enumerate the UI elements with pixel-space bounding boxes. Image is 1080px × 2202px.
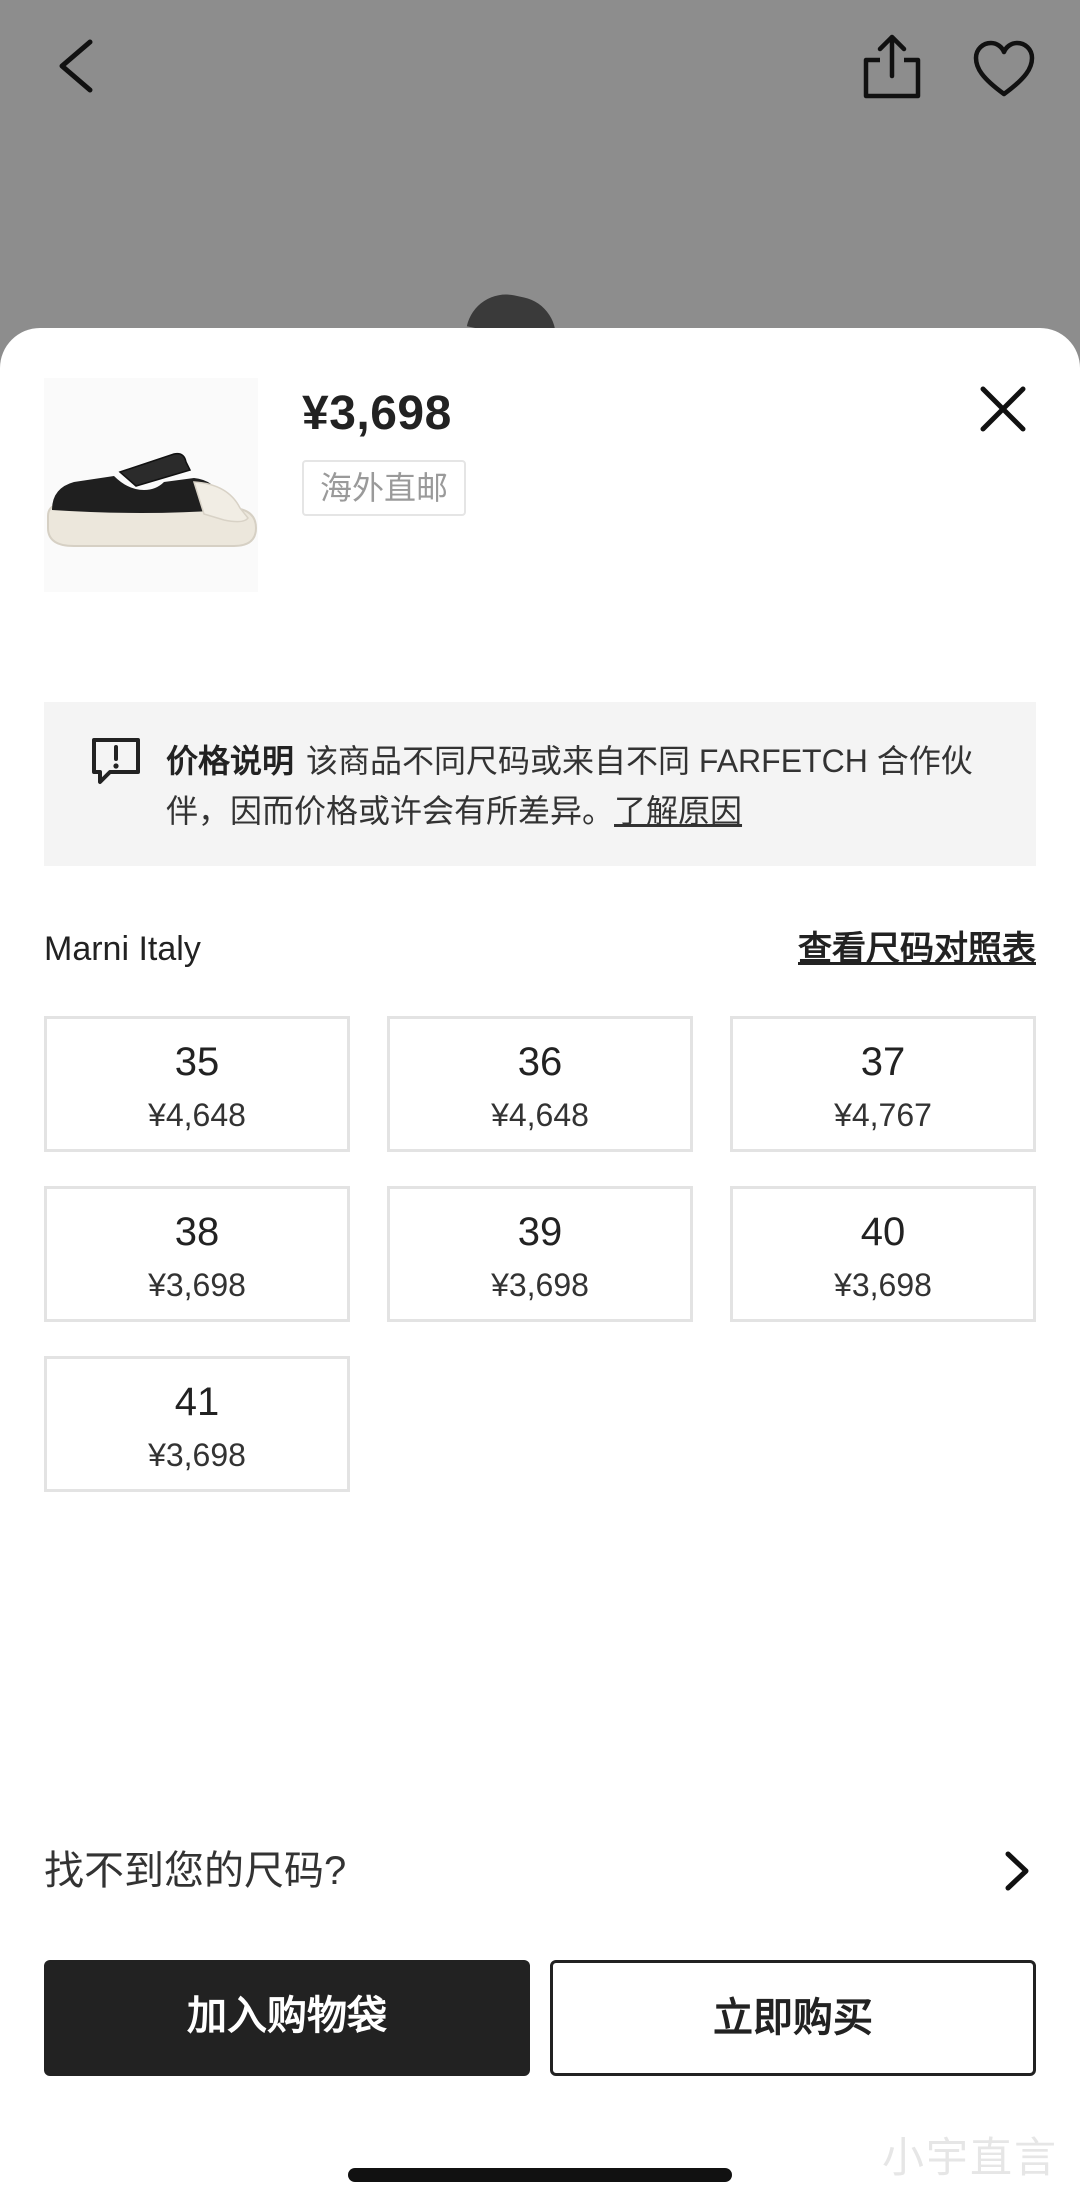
product-thumbnail: [44, 378, 258, 592]
size-number: 41: [174, 1380, 220, 1424]
size-option[interactable]: 36 ¥4,648: [387, 1016, 693, 1152]
size-option[interactable]: 40 ¥3,698: [730, 1186, 1036, 1322]
brand-row: Marni Italy 查看尺码对照表: [44, 924, 1036, 974]
size-chart-link[interactable]: 查看尺码对照表: [798, 924, 1036, 974]
size-number: 39: [517, 1210, 563, 1254]
size-number: 37: [860, 1040, 906, 1084]
shipping-tag: 海外直邮: [302, 460, 467, 516]
size-price: ¥4,648: [491, 1097, 589, 1133]
price-notice: 价格说明 该商品不同尺码或来自不同 FARFETCH 合作伙伴，因而价格或许会有所…: [44, 702, 1036, 866]
size-price: ¥4,767: [834, 1097, 932, 1133]
home-indicator[interactable]: [348, 2168, 732, 2182]
size-number: 38: [174, 1210, 220, 1254]
heart-icon[interactable]: [972, 40, 1036, 98]
size-price: ¥3,698: [148, 1267, 246, 1303]
close-icon[interactable]: [978, 384, 1028, 434]
brand-name: Marni Italy: [44, 930, 201, 968]
learn-why-link[interactable]: 了解原因: [614, 793, 742, 829]
size-price: ¥3,698: [491, 1267, 589, 1303]
watermark: 小宇直言: [881, 2134, 1058, 2181]
size-number: 35: [174, 1040, 220, 1084]
back-icon[interactable]: [52, 36, 102, 96]
size-option[interactable]: 41 ¥3,698: [44, 1356, 350, 1492]
shoe-image: [47, 452, 258, 547]
size-option[interactable]: 39 ¥3,698: [387, 1186, 693, 1322]
share-icon[interactable]: [862, 32, 922, 100]
size-price: ¥3,698: [148, 1437, 246, 1473]
chevron-right-icon: [1005, 1851, 1029, 1891]
size-option[interactable]: 35 ¥4,648: [44, 1016, 350, 1152]
message-icon: [92, 738, 140, 784]
size-price: ¥4,648: [148, 1097, 246, 1133]
buy-now-button[interactable]: 立即购买: [550, 1960, 1036, 2076]
size-price: ¥3,698: [834, 1267, 932, 1303]
size-option[interactable]: 38 ¥3,698: [44, 1186, 350, 1322]
size-number: 36: [517, 1040, 563, 1084]
add-to-bag-button[interactable]: 加入购物袋: [44, 1960, 530, 2076]
notice-text: 价格说明 该商品不同尺码或来自不同 FARFETCH 合作伙伴，因而价格或许会有所…: [166, 736, 976, 836]
cant-find-size-row[interactable]: 找不到您的尺码?: [44, 1836, 1036, 1906]
size-selection-sheet: ¥3,698 海外直邮 价格说明 该商品不同尺码或来自不同 FARFETCH 合作…: [0, 328, 1080, 2202]
notice-title: 价格说明: [166, 743, 295, 779]
size-option[interactable]: 37 ¥4,767: [730, 1016, 1036, 1152]
size-number: 40: [860, 1210, 906, 1254]
cant-find-size-label: 找不到您的尺码?: [44, 1849, 347, 1893]
product-price: ¥3,698: [302, 387, 452, 440]
size-grid: 35 ¥4,648 36 ¥4,648 37 ¥4,767 38 ¥3,698 …: [44, 1016, 1036, 1492]
